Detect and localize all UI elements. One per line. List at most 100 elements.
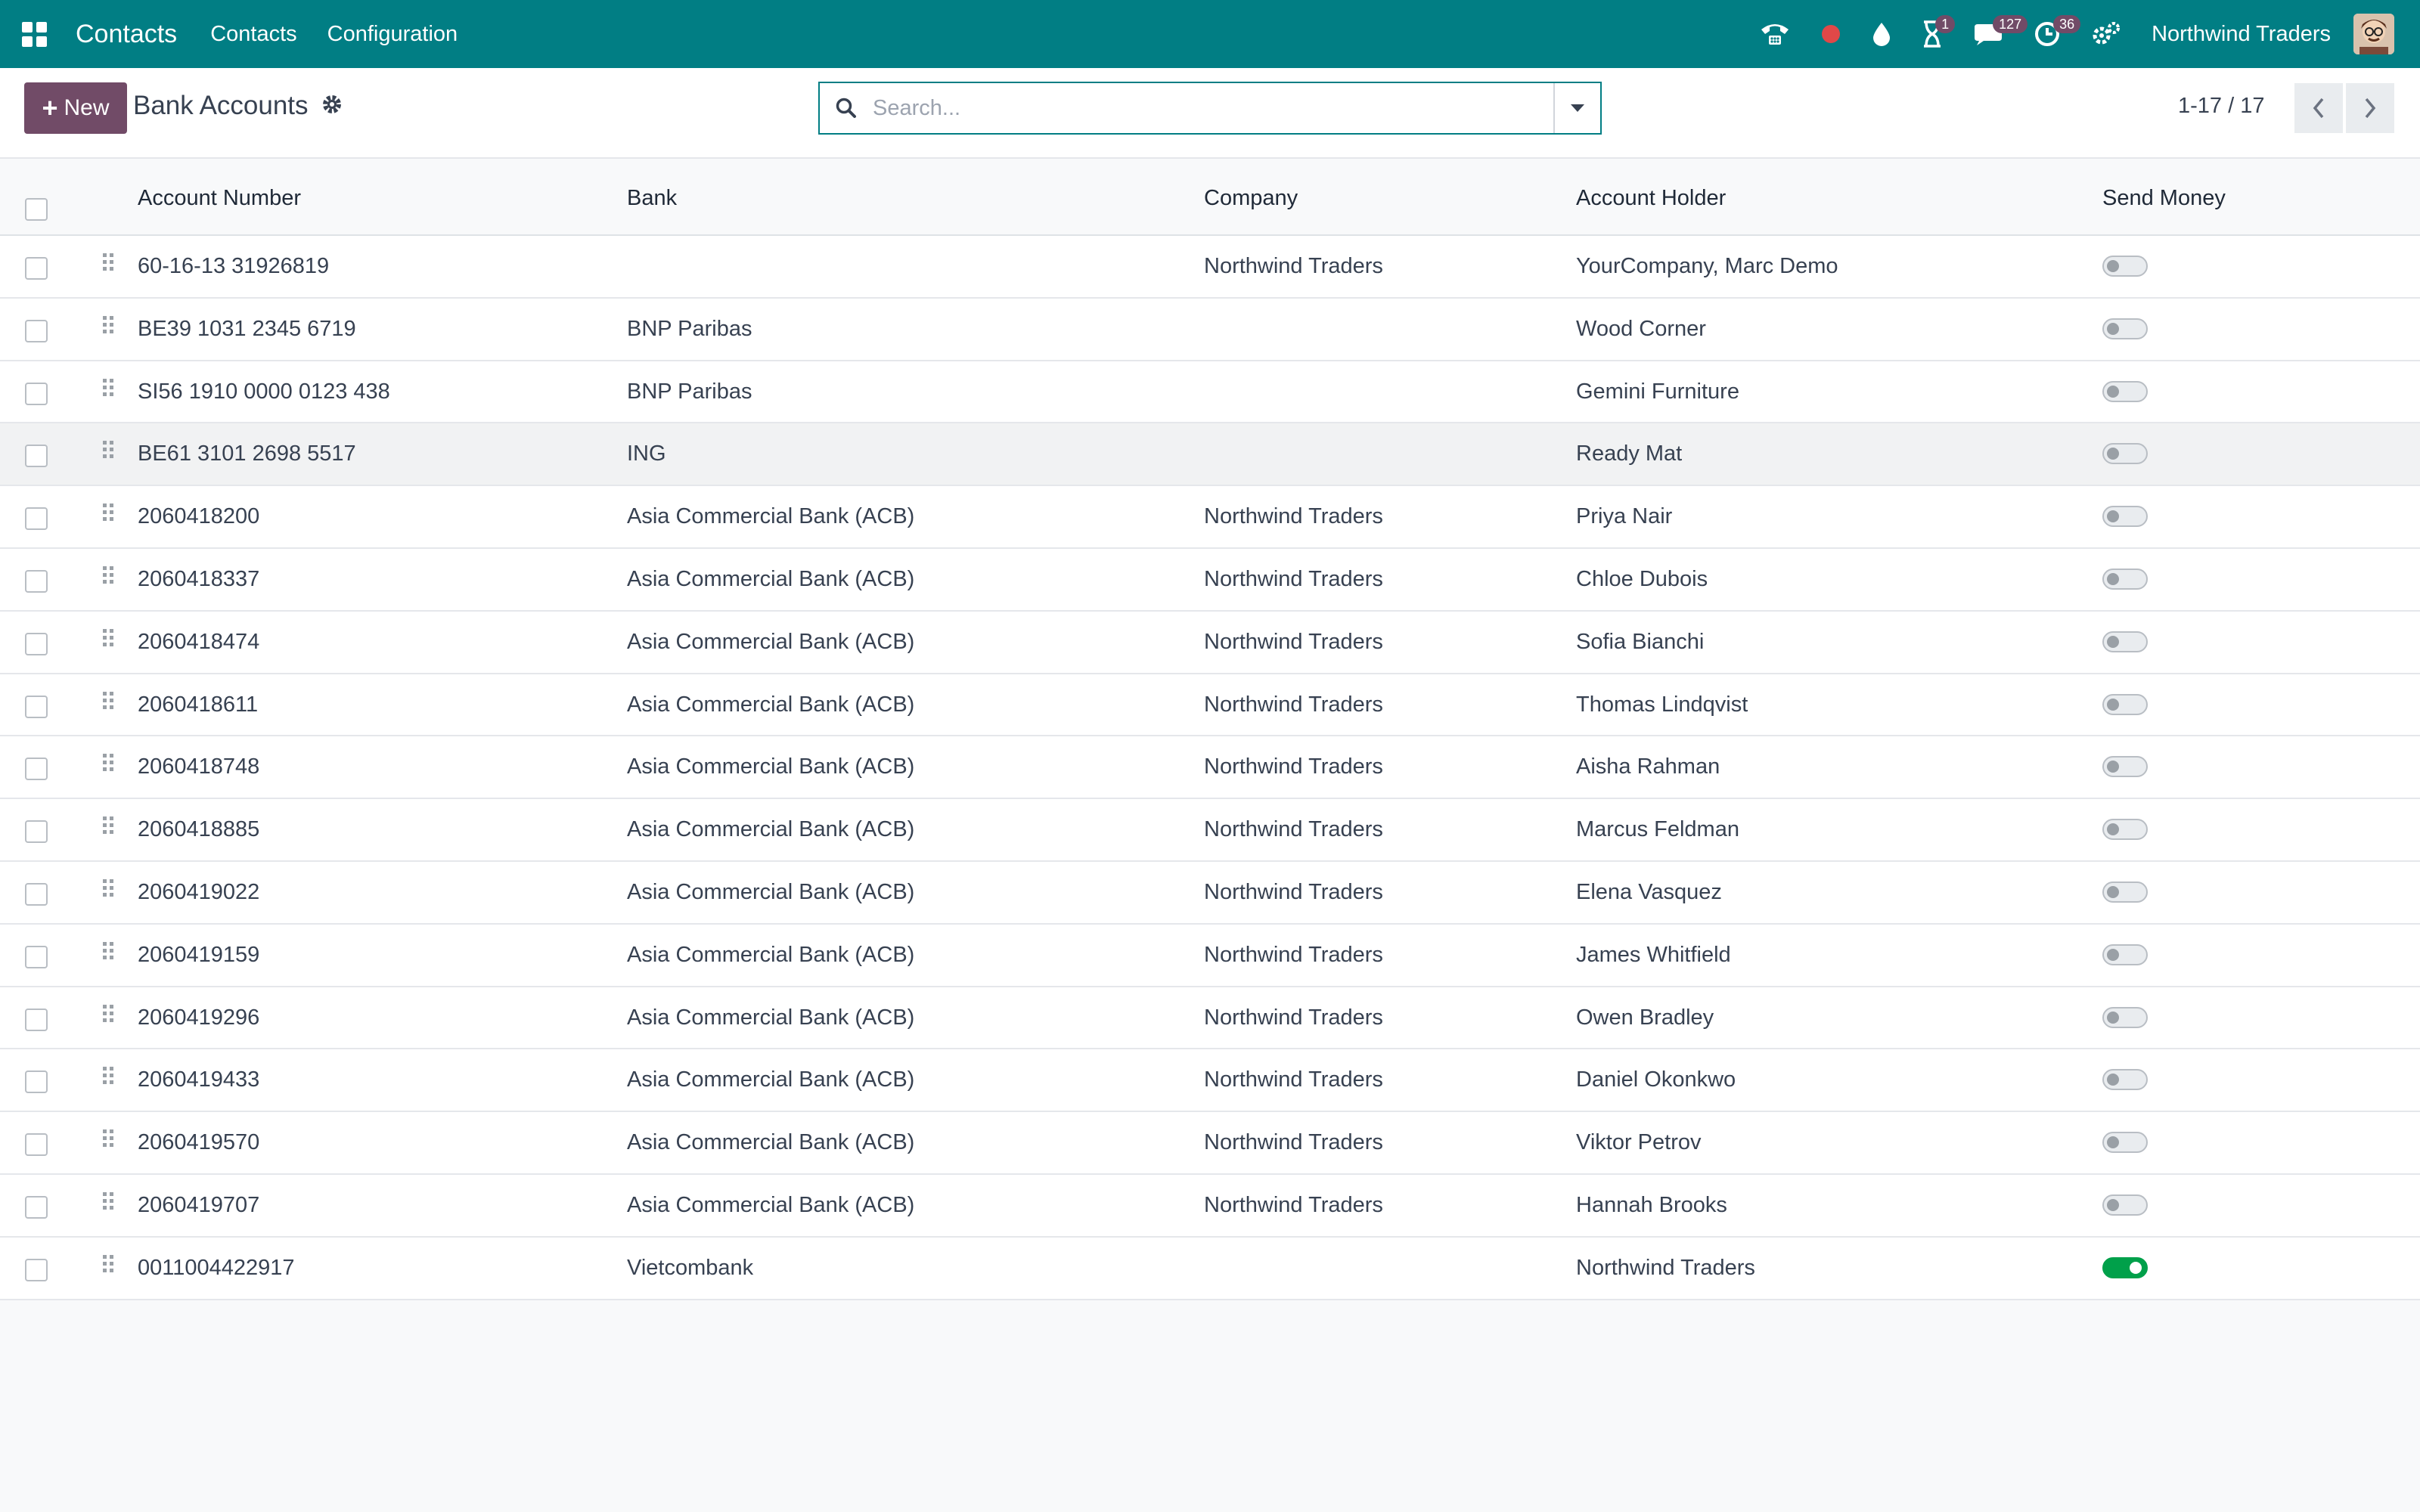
settings-gears-icon[interactable] [2091, 0, 2121, 68]
cell-account-number: 2060418337 [138, 566, 260, 591]
company-switcher[interactable]: Northwind Traders [2152, 22, 2331, 47]
drag-handle-icon[interactable] [103, 1254, 113, 1272]
row-checkbox[interactable] [25, 758, 48, 781]
row-checkbox[interactable] [25, 882, 48, 906]
menu-contacts[interactable]: Contacts [210, 22, 296, 47]
cell-account-holder: James Whitfield [1576, 942, 1731, 967]
row-checkbox[interactable] [25, 319, 48, 342]
send-money-toggle[interactable] [2102, 693, 2148, 715]
drag-handle-icon[interactable] [103, 1004, 113, 1022]
drag-handle-icon[interactable] [103, 1067, 113, 1085]
app-name[interactable]: Contacts [76, 20, 177, 49]
toggle-knob [2107, 1011, 2119, 1024]
messages-icon[interactable]: 127 [1973, 0, 2028, 68]
send-money-toggle[interactable] [2102, 881, 2148, 903]
send-money-toggle[interactable] [2102, 1194, 2148, 1216]
table-row[interactable]: 0011004422917 Vietcombank Northwind Trader… [0, 1237, 2420, 1300]
send-money-toggle[interactable] [2102, 1132, 2148, 1154]
user-avatar[interactable] [2353, 14, 2394, 54]
row-checkbox[interactable] [25, 632, 48, 655]
row-checkbox[interactable] [25, 695, 48, 718]
column-account-holder[interactable]: Account Holder [1576, 186, 1726, 211]
drag-handle-icon[interactable] [103, 565, 113, 584]
row-checkbox[interactable] [25, 1195, 48, 1219]
drag-handle-icon[interactable] [103, 878, 113, 897]
row-checkbox[interactable] [25, 820, 48, 844]
table-row[interactable]: SI56 1910 0000 0123 438 BNP Paribas Gemini… [0, 361, 2420, 424]
send-money-toggle[interactable] [2102, 443, 2148, 465]
apps-menu-button[interactable] [0, 0, 68, 68]
drag-handle-icon[interactable] [103, 816, 113, 835]
drop-icon[interactable] [1872, 0, 1891, 68]
row-checkbox[interactable] [25, 1008, 48, 1031]
drag-handle-icon[interactable] [103, 315, 113, 333]
pager-value[interactable]: 1-17 / 17 [2178, 94, 2264, 119]
phone-icon[interactable] [1760, 0, 1790, 68]
toggle-knob [2107, 761, 2119, 773]
drag-handle-icon[interactable] [103, 378, 113, 396]
table-row[interactable]: 2060419707 Asia Commercial Bank (ACB) Nort… [0, 1174, 2420, 1238]
search-options-toggle[interactable] [1553, 83, 1600, 133]
activities-icon[interactable]: 1 [1922, 0, 1956, 68]
row-checkbox[interactable] [25, 445, 48, 468]
drag-handle-icon[interactable] [103, 941, 113, 959]
clock-icon[interactable]: 36 [2034, 0, 2081, 68]
gear-icon[interactable] [321, 94, 343, 121]
send-money-toggle[interactable] [2102, 756, 2148, 778]
menu-configuration[interactable]: Configuration [327, 22, 458, 47]
send-money-toggle[interactable] [2102, 1069, 2148, 1091]
status-dot-icon[interactable] [1820, 0, 1841, 68]
pager-previous-button[interactable] [2294, 83, 2343, 133]
row-checkbox[interactable] [25, 945, 48, 968]
send-money-toggle[interactable] [2102, 506, 2148, 528]
table-row[interactable]: BE61 3101 2698 5517 ING Ready Mat [0, 423, 2420, 487]
row-checkbox[interactable] [25, 1070, 48, 1094]
send-money-toggle[interactable] [2102, 1256, 2148, 1278]
row-checkbox[interactable] [25, 1258, 48, 1281]
row-checkbox[interactable] [25, 507, 48, 531]
table-row[interactable]: 2060418337 Asia Commercial Bank (ACB) Nort… [0, 548, 2420, 612]
column-send-money[interactable]: Send Money [2102, 186, 2226, 211]
drag-handle-icon[interactable] [103, 628, 113, 646]
table-row[interactable]: 60-16-13 31926819 Northwind Traders YourCo… [0, 236, 2420, 299]
send-money-toggle[interactable] [2102, 1006, 2148, 1028]
column-bank[interactable]: Bank [627, 186, 677, 211]
row-checkbox[interactable] [25, 569, 48, 593]
cell-bank: Asia Commercial Bank (ACB) [627, 817, 915, 842]
drag-handle-icon[interactable] [103, 441, 113, 459]
send-money-toggle[interactable] [2102, 819, 2148, 841]
send-money-toggle[interactable] [2102, 943, 2148, 965]
column-company[interactable]: Company [1204, 186, 1298, 211]
send-money-toggle[interactable] [2102, 568, 2148, 590]
table-row[interactable]: 2060418611 Asia Commercial Bank (ACB) Nort… [0, 674, 2420, 737]
table-row[interactable]: 2060418474 Asia Commercial Bank (ACB) Nort… [0, 611, 2420, 674]
send-money-toggle[interactable] [2102, 318, 2148, 339]
row-checkbox[interactable] [25, 382, 48, 405]
send-money-toggle[interactable] [2102, 380, 2148, 402]
send-money-toggle[interactable] [2102, 631, 2148, 652]
table-row[interactable]: 2060419433 Asia Commercial Bank (ACB) Nort… [0, 1049, 2420, 1113]
new-button[interactable]: + New [24, 82, 127, 134]
row-checkbox[interactable] [25, 1133, 48, 1157]
toggle-knob [2107, 260, 2119, 272]
table-row[interactable]: 2060419570 Asia Commercial Bank (ACB) Nort… [0, 1112, 2420, 1175]
table-row[interactable]: 2060419159 Asia Commercial Bank (ACB) Nort… [0, 924, 2420, 987]
table-row[interactable]: 2060418748 Asia Commercial Bank (ACB) Nort… [0, 736, 2420, 800]
pager-next-button[interactable] [2346, 83, 2394, 133]
drag-handle-icon[interactable] [103, 253, 113, 271]
row-checkbox[interactable] [25, 257, 48, 280]
select-all-checkbox[interactable] [25, 198, 48, 221]
table-row[interactable]: 2060419296 Asia Commercial Bank (ACB) Nort… [0, 987, 2420, 1050]
table-row[interactable]: 2060419022 Asia Commercial Bank (ACB) Nort… [0, 861, 2420, 925]
send-money-toggle[interactable] [2102, 256, 2148, 277]
table-row[interactable]: 2060418200 Asia Commercial Bank (ACB) Nort… [0, 486, 2420, 549]
search-input[interactable] [873, 84, 1553, 132]
drag-handle-icon[interactable] [103, 503, 113, 522]
drag-handle-icon[interactable] [103, 1129, 113, 1148]
table-row[interactable]: 2060418885 Asia Commercial Bank (ACB) Nort… [0, 799, 2420, 862]
table-row[interactable]: BE39 1031 2345 6719 BNP Paribas Wood Corne… [0, 298, 2420, 361]
drag-handle-icon[interactable] [103, 754, 113, 772]
drag-handle-icon[interactable] [103, 691, 113, 709]
column-account-number[interactable]: Account Number [138, 186, 301, 211]
drag-handle-icon[interactable] [103, 1191, 113, 1210]
